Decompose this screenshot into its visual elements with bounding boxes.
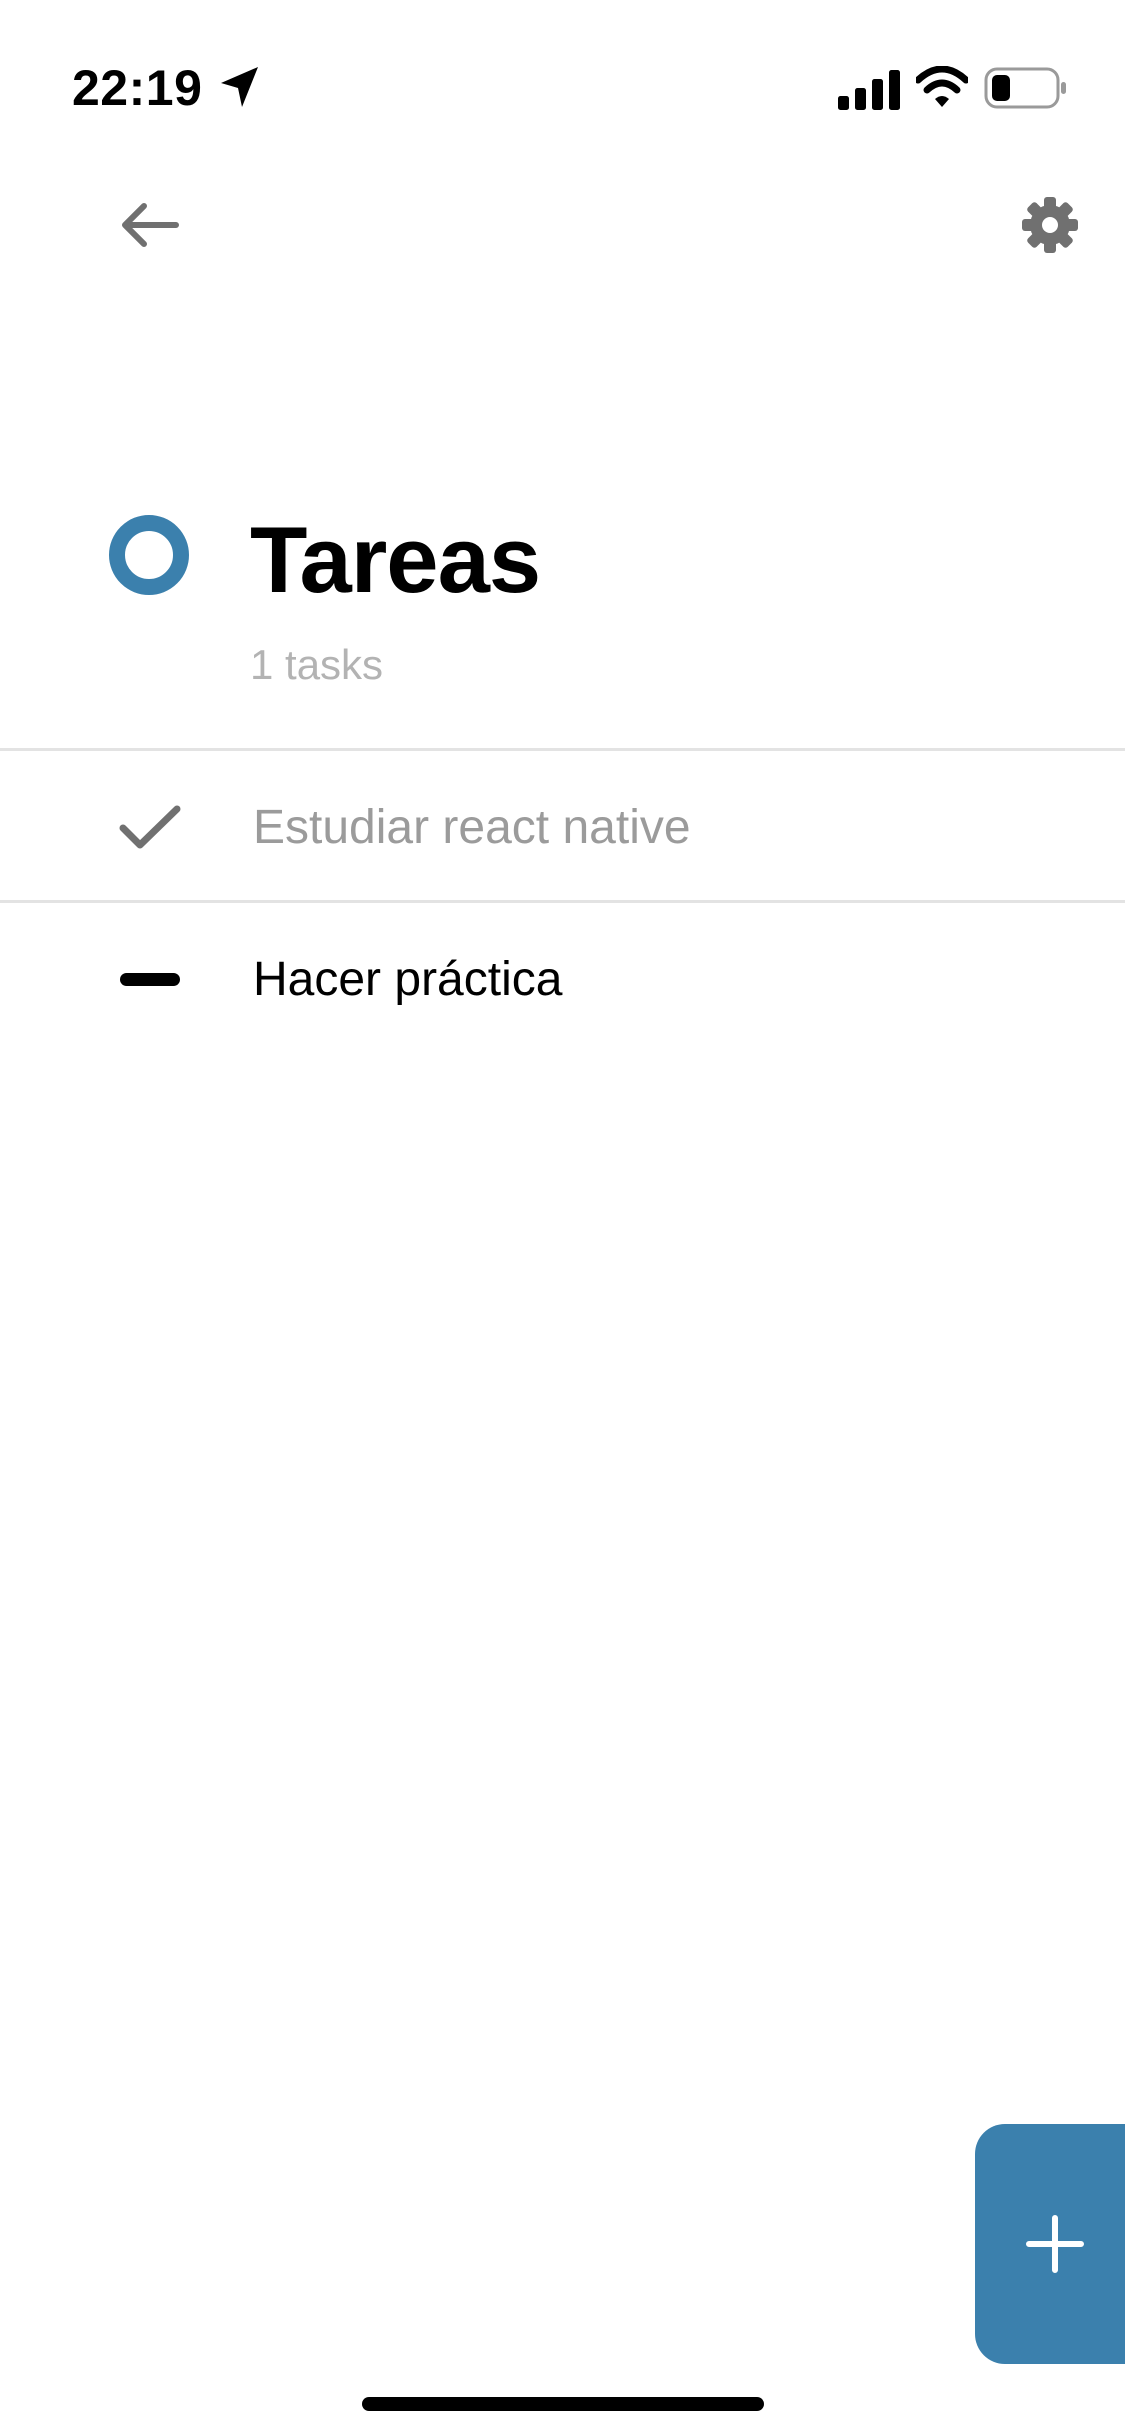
gear-icon — [1022, 197, 1078, 253]
arrow-left-icon — [122, 203, 179, 247]
settings-button[interactable] — [1010, 190, 1090, 260]
location-arrow-icon — [221, 67, 258, 107]
back-button[interactable] — [110, 190, 190, 260]
task-complete-toggle[interactable] — [110, 940, 190, 1020]
task-complete-toggle[interactable] — [110, 788, 190, 868]
task-row[interactable]: Estudiar react native — [0, 752, 1125, 902]
dash-icon — [120, 973, 180, 986]
cellular-signal-icon — [838, 70, 900, 110]
list-title: Tareas — [250, 507, 541, 612]
plus-icon — [1026, 2215, 1084, 2273]
status-time: 22:19 — [72, 60, 203, 116]
tasks-screen: 22:19 Tareas 1 tasks Estudiar react nati… — [0, 0, 1125, 2436]
checkmark-icon — [119, 805, 181, 849]
home-indicator — [362, 2397, 764, 2411]
add-task-button[interactable] — [975, 2124, 1125, 2364]
task-row[interactable]: Hacer práctica — [0, 904, 1125, 1054]
divider — [0, 900, 1125, 903]
task-count: 1 tasks — [250, 641, 384, 688]
list-color-dot-icon — [109, 515, 189, 595]
battery-icon — [984, 67, 1066, 109]
wifi-icon — [916, 66, 968, 107]
divider — [0, 748, 1125, 751]
task-label: Hacer práctica — [253, 953, 563, 1006]
task-label: Estudiar react native — [253, 801, 691, 854]
